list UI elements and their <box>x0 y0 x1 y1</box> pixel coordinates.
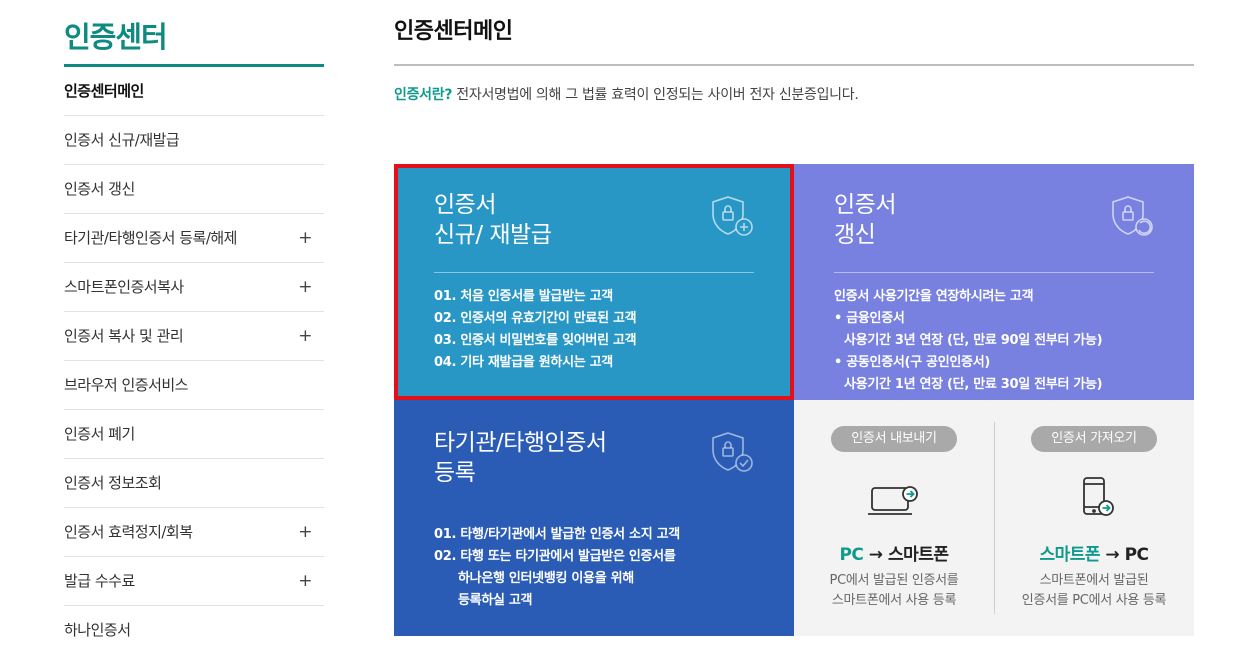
sidebar-item-label: 브라우저 인증서비스 <box>64 376 188 394</box>
import-heading: 스마트폰 → PC <box>994 540 1194 565</box>
export-desc-line1: PC에서 발급된 인증서를 <box>829 573 959 588</box>
export-desc-line2: 스마트폰에서 사용 등록 <box>831 593 957 608</box>
sidebar-item-copy-manage[interactable]: 인증서 복사 및 관리 + <box>64 312 324 361</box>
list-item: 01. 처음 인증서를 발급받는 고객 <box>434 289 613 304</box>
issue-card-title-line2: 신규/ 재발급 <box>434 222 552 248</box>
sidebar-item-cert-center-main[interactable]: 인증센터메인 <box>64 67 324 116</box>
copy-card: 인증서 내보내기 PC → 스마트폰 PC에서 발급된 인증서를 스마트폰에서 … <box>794 400 1194 636</box>
export-column: 인증서 내보내기 PC → 스마트폰 PC에서 발급된 인증서를 스마트폰에서 … <box>794 400 994 636</box>
issue-card-divider <box>434 272 754 273</box>
renew-bullet-financial-detail: 사용기간 3년 연장 (단, 만료 90일 전부터 가능) <box>844 333 1103 348</box>
sidebar-item-label: 타기관/타행인증서 등록/해제 <box>64 229 237 247</box>
renew-card-title: 인증서 갱신 <box>834 190 896 250</box>
issue-card-title-line1: 인증서 <box>434 192 496 218</box>
list-item: 02. 타행 또는 타기관에서 발급받은 인증서를 <box>434 549 676 564</box>
sidebar-item-issue[interactable]: 인증서 신규/재발급 <box>64 116 324 165</box>
list-item: 01. 타행/타기관에서 발급한 인증서 소지 고객 <box>434 527 680 542</box>
sidebar-item-smartphone-copy[interactable]: 스마트폰인증서복사 + <box>64 263 324 312</box>
renew-bullet-financial: • 금융인증서 <box>834 311 905 326</box>
page-title-rule <box>394 64 1194 66</box>
renew-bullet-joint-detail: 사용기간 1년 연장 (단, 만료 30일 전부터 가능) <box>844 377 1103 392</box>
issue-card[interactable]: 인증서 신규/ 재발급 01. 처음 인증서를 발급받는 고객 02. 인증서의… <box>394 164 794 400</box>
export-heading: PC → 스마트폰 <box>794 540 994 565</box>
plus-icon[interactable]: + <box>298 508 312 557</box>
import-description: 스마트폰에서 발급된 인증서를 PC에서 사용 등록 <box>994 571 1194 611</box>
list-item: 02. 인증서의 유효기간이 만료된 고객 <box>434 311 637 326</box>
sidebar-item-label: 인증서 갱신 <box>64 180 135 198</box>
sidebar-item-info[interactable]: 인증서 정보조회 <box>64 459 324 508</box>
import-cert-button[interactable]: 인증서 가져오기 <box>1031 426 1157 452</box>
sidebar-item-other-bank-register[interactable]: 타기관/타행인증서 등록/해제 + <box>64 214 324 263</box>
renew-card-title-line1: 인증서 <box>834 192 896 218</box>
sidebar-item-label: 인증서 신규/재발급 <box>64 131 180 149</box>
sidebar-item-renew[interactable]: 인증서 갱신 <box>64 165 324 214</box>
register-card-title-line1: 타기관/타행인증서 <box>434 430 607 456</box>
sidebar-item-label: 인증센터메인 <box>64 82 144 100</box>
sidebar-item-suspend[interactable]: 인증서 효력정지/회복 + <box>64 508 324 557</box>
register-card-title: 타기관/타행인증서 등록 <box>434 428 607 488</box>
export-description: PC에서 발급된 인증서를 스마트폰에서 사용 등록 <box>794 571 994 611</box>
sidebar-item-label: 인증서 폐기 <box>64 425 135 443</box>
plus-icon[interactable]: + <box>298 557 312 606</box>
sidebar-item-label: 하나인증서 <box>64 621 131 639</box>
shield-refresh-icon <box>1112 196 1153 236</box>
renew-card-title-line2: 갱신 <box>834 222 876 248</box>
sidebar-list: 인증센터메인 인증서 신규/재발급 인증서 갱신 타기관/타행인증서 등록/해제… <box>64 67 324 655</box>
sidebar: 인증센터 인증센터메인 인증서 신규/재발급 인증서 갱신 타기관/타행인증서 … <box>64 0 324 655</box>
sidebar-item-label: 스마트폰인증서복사 <box>64 278 184 296</box>
renew-bullet-joint: • 공동인증서(구 공인인증서) <box>834 355 991 370</box>
sidebar-item-browser-cert[interactable]: 브라우저 인증서비스 <box>64 361 324 410</box>
shield-plus-icon <box>712 196 753 236</box>
laptop-arrow-icon <box>868 486 918 515</box>
import-column: 인증서 가져오기 스마트폰 → PC 스마트폰에서 발급된 인증서를 PC에서 … <box>994 400 1194 636</box>
intro-text: 인증서란? 전자서명법에 의해 그 법률 효력이 인정되는 사이버 전자 신분증… <box>394 84 1194 104</box>
sidebar-title: 인증센터 <box>64 20 168 54</box>
import-desc-line2: 인증서를 PC에서 사용 등록 <box>1021 593 1167 608</box>
export-cert-button[interactable]: 인증서 내보내기 <box>831 426 957 452</box>
issue-card-list: 01. 처음 인증서를 발급받는 고객 02. 인증서의 유효기간이 만료된 고… <box>434 286 637 374</box>
export-heading-rest: → 스마트폰 <box>863 545 949 565</box>
sidebar-item-label: 인증서 복사 및 관리 <box>64 327 184 345</box>
import-heading-accent: 스마트폰 <box>1039 545 1101 565</box>
sidebar-item-fee[interactable]: 발급 수수료 + <box>64 557 324 606</box>
shield-check-icon <box>712 432 753 472</box>
import-heading-rest: → PC <box>1100 545 1149 565</box>
plus-icon[interactable]: + <box>298 214 312 263</box>
list-item-continued: 등록하실 고객 <box>458 593 533 608</box>
renew-lead: 인증서 사용기간을 연장하시려는 고객 <box>834 289 1034 304</box>
sidebar-item-label: 인증서 정보조회 <box>64 474 162 492</box>
page-title: 인증센터메인 <box>394 19 513 44</box>
issue-card-title: 인증서 신규/ 재발급 <box>434 190 552 250</box>
register-card[interactable]: 타기관/타행인증서 등록 01. 타행/타기관에서 발급한 인증서 소지 고객 … <box>394 400 794 636</box>
register-card-list: 01. 타행/타기관에서 발급한 인증서 소지 고객 02. 타행 또는 타기관… <box>434 524 680 612</box>
smartphone-arrow-icon <box>1083 477 1114 516</box>
sidebar-item-hana-cert[interactable]: 하나인증서 <box>64 606 324 655</box>
intro-term: 인증서란? <box>394 87 453 103</box>
sidebar-item-label: 발급 수수료 <box>64 572 135 590</box>
renew-card-divider <box>834 272 1154 273</box>
intro-description: 전자서명법에 의해 그 법률 효력이 인정되는 사이버 전자 신분증입니다. <box>452 87 859 103</box>
renew-card-list: 인증서 사용기간을 연장하시려는 고객 • 금융인증서 사용기간 3년 연장 (… <box>834 286 1103 396</box>
list-item: 03. 인증서 비밀번호를 잊어버린 고객 <box>434 333 637 348</box>
import-desc-line1: 스마트폰에서 발급된 <box>1039 573 1149 588</box>
plus-icon[interactable]: + <box>298 263 312 312</box>
export-heading-accent: PC <box>839 545 864 565</box>
sidebar-item-label: 인증서 효력정지/회복 <box>64 523 193 541</box>
main-content: 인증센터메인 인증서란? 전자서명법에 의해 그 법률 효력이 인정되는 사이버… <box>394 0 1194 636</box>
register-card-title-line2: 등록 <box>434 460 476 486</box>
list-item-continued: 하나은행 인터넷뱅킹 이용을 위해 <box>458 571 634 586</box>
sidebar-item-revoke[interactable]: 인증서 폐기 <box>64 410 324 459</box>
renew-card[interactable]: 인증서 갱신 인증서 사용기간을 연장하시려는 고객 • 금융인증서 사용기간 … <box>794 164 1194 400</box>
list-item: 04. 기타 재발급을 원하시는 고객 <box>434 355 613 370</box>
plus-icon[interactable]: + <box>298 312 312 361</box>
service-grid: 인증서 신규/ 재발급 01. 처음 인증서를 발급받는 고객 02. 인증서의… <box>394 164 1194 636</box>
